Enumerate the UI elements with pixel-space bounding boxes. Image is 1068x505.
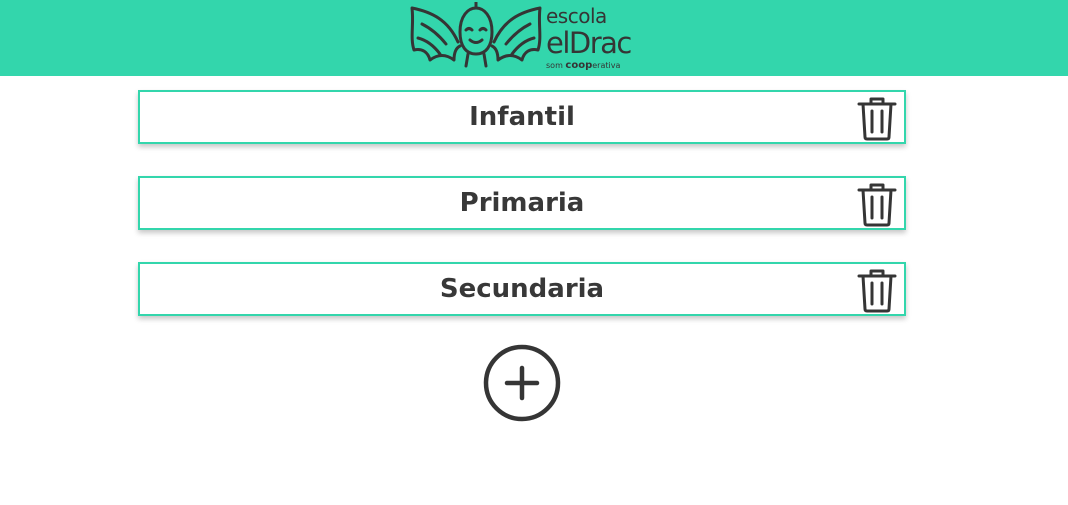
stage-list: Infantil Primaria Secundaria (138, 90, 906, 348)
logo-tagline: som cooperativa (546, 60, 620, 71)
stage-label[interactable]: Secundaria (140, 264, 850, 314)
trash-icon[interactable] (856, 181, 898, 227)
plus-circle-icon (483, 344, 561, 422)
school-logo[interactable]: escola elDrac som cooperativa (408, 0, 640, 72)
logo-text-escola: escola (546, 4, 607, 28)
stage-label[interactable]: Primaria (140, 178, 850, 228)
stage-row-primaria[interactable]: Primaria (138, 176, 906, 230)
header-bar: escola elDrac som cooperativa (0, 0, 1068, 76)
trash-icon[interactable] (856, 95, 898, 141)
stage-label[interactable]: Infantil (140, 92, 850, 142)
logo-tagline-coop: coop (565, 60, 593, 71)
dragon-logo-icon (410, 0, 542, 68)
logo-tagline-suffix: erativa (592, 61, 621, 70)
stage-row-infantil[interactable]: Infantil (138, 90, 906, 144)
logo-text-eldrac: elDrac (546, 26, 632, 60)
stage-row-secundaria[interactable]: Secundaria (138, 262, 906, 316)
logo-tagline-prefix: som (546, 61, 566, 70)
trash-icon[interactable] (856, 267, 898, 313)
add-stage-button[interactable] (483, 344, 561, 422)
